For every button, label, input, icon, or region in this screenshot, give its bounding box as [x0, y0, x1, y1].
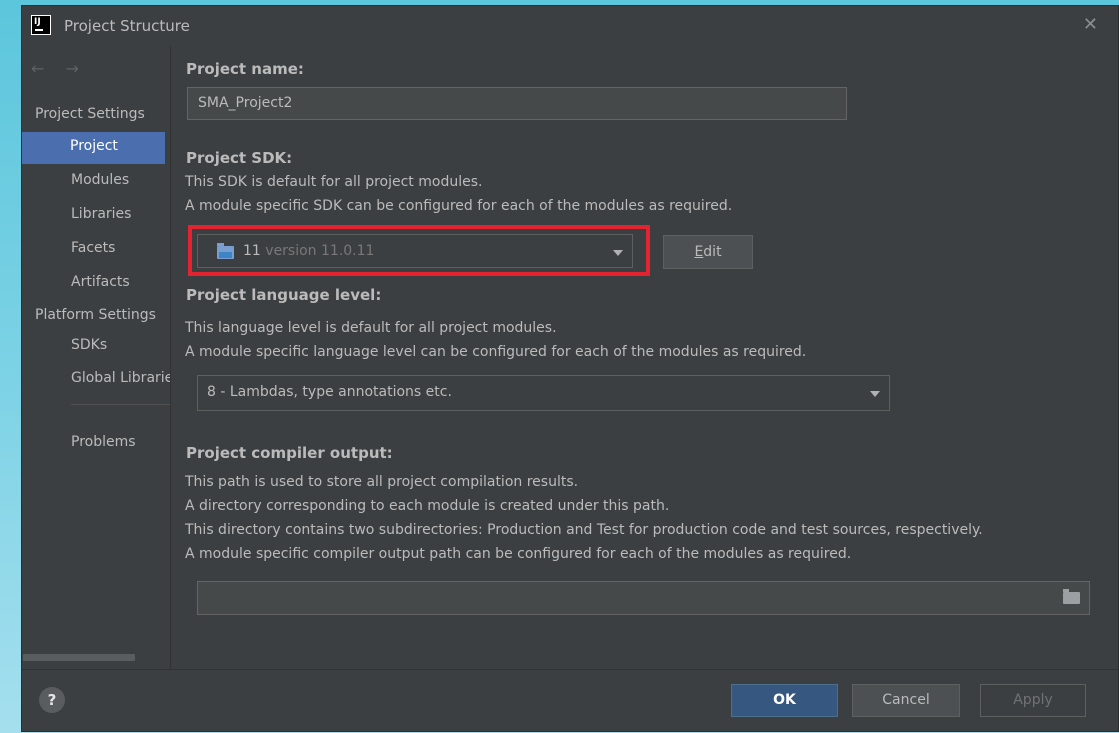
- sidebar-item-label: Modules: [71, 172, 130, 188]
- sidebar-item-sdks[interactable]: SDKs: [22, 331, 170, 363]
- sidebar-item-label: SDKs: [71, 337, 108, 353]
- sidebar-item-libraries[interactable]: Libraries: [22, 200, 170, 232]
- project-structure-dialog: IJ Project Structure ✕ ← → Project Setti…: [22, 6, 1118, 731]
- ok-button[interactable]: OK: [731, 684, 838, 717]
- project-sdk-label: Project SDK:: [186, 149, 293, 167]
- compiler-output-description-4: A module specific compiler output path c…: [185, 546, 852, 562]
- settings-sidebar: ← → Project Settings Project Modules Lib…: [22, 46, 171, 669]
- chevron-down-icon: [870, 391, 880, 397]
- language-level-label: Project language level:: [186, 286, 382, 304]
- compiler-output-description-1: This path is used to store all project c…: [185, 474, 579, 490]
- language-level-description-1: This language level is default for all p…: [185, 320, 557, 336]
- sidebar-item-global-libraries[interactable]: Global Libraries: [22, 364, 170, 396]
- apply-button[interactable]: Apply: [980, 684, 1086, 717]
- cancel-button[interactable]: Cancel: [852, 684, 960, 717]
- sidebar-item-label: Facets: [71, 240, 116, 256]
- back-forward-arrows-icon[interactable]: ← →: [31, 59, 87, 78]
- sidebar-item-facets[interactable]: Facets: [22, 234, 170, 266]
- browse-folder-icon[interactable]: [1063, 589, 1080, 604]
- project-sdk-description-1: This SDK is default for all project modu…: [185, 174, 483, 190]
- sidebar-item-modules[interactable]: Modules: [22, 166, 170, 198]
- language-level-selected: 8 - Lambdas, type annotations etc.: [207, 384, 452, 400]
- project-name-input[interactable]: SMA_Project2: [187, 87, 847, 120]
- edit-label-rest: dit: [703, 244, 722, 260]
- sidebar-horizontal-scrollbar[interactable]: [23, 654, 135, 661]
- sidebar-item-problems[interactable]: Problems: [22, 428, 170, 460]
- red-annotation-box: [188, 225, 650, 276]
- close-icon[interactable]: ✕: [1083, 14, 1098, 35]
- language-level-dropdown[interactable]: 8 - Lambdas, type annotations etc.: [197, 375, 890, 411]
- platform-settings-header: Platform Settings: [35, 307, 156, 323]
- sidebar-item-project[interactable]: Project: [22, 132, 165, 164]
- title-bar: IJ Project Structure ✕: [22, 6, 1118, 46]
- project-sdk-description-2: A module specific SDK can be configured …: [185, 198, 733, 214]
- sidebar-item-label: Artifacts: [71, 274, 130, 290]
- project-name-value: SMA_Project2: [198, 95, 293, 111]
- edit-mnemonic: E: [694, 244, 704, 260]
- edit-sdk-button[interactable]: Edit: [663, 235, 753, 269]
- compiler-output-label: Project compiler output:: [186, 444, 393, 462]
- compiler-output-description-3: This directory contains two subdirectori…: [185, 522, 983, 538]
- sidebar-item-label: Project: [70, 138, 118, 154]
- sidebar-item-label: Libraries: [71, 206, 132, 222]
- project-settings-panel: Project name: SMA_Project2 Project SDK: …: [171, 46, 1118, 669]
- language-level-description-2: A module specific language level can be …: [185, 344, 807, 360]
- sidebar-item-label: Global Libraries: [71, 370, 171, 386]
- help-icon[interactable]: ?: [39, 687, 65, 713]
- dialog-footer: ? OK Cancel Apply: [22, 669, 1118, 731]
- project-settings-header: Project Settings: [35, 106, 145, 122]
- compiler-output-description-2: A directory corresponding to each module…: [185, 498, 670, 514]
- sidebar-divider: [71, 404, 170, 405]
- intellij-logo-icon: IJ: [31, 15, 51, 35]
- project-name-label: Project name:: [186, 60, 304, 78]
- compiler-output-path-input[interactable]: [197, 581, 1090, 615]
- dialog-title: Project Structure: [64, 17, 190, 35]
- sidebar-item-label: Problems: [71, 434, 136, 450]
- sidebar-item-artifacts[interactable]: Artifacts: [22, 268, 170, 300]
